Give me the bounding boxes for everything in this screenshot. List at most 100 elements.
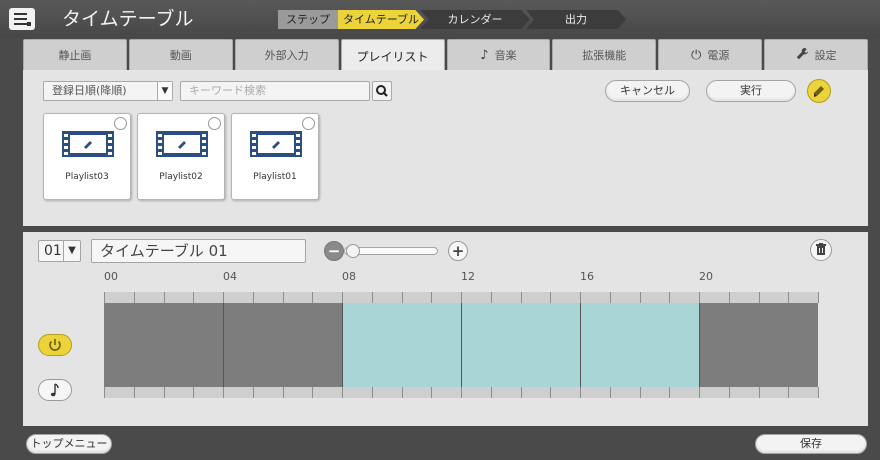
zoom-in-button[interactable]: + [448,241,468,261]
hour-tick [521,387,522,398]
hour-tick [818,387,819,398]
timetable-number-value: 01 [44,243,62,259]
hour-tick [580,387,581,398]
search-icon [376,85,388,97]
page-title: タイムテーブル [62,8,194,30]
tab-label: 電源 [707,49,730,62]
tab-label: 拡張機能 [582,49,627,62]
hour-tick [640,292,641,303]
hour-tick [550,387,551,398]
execute-button[interactable]: 実行 [706,80,796,102]
step-timetable[interactable]: タイムテーブル [338,10,424,29]
search-input[interactable]: キーワード検索 [180,81,370,101]
hour-tick [669,292,670,303]
tab-external-input[interactable]: 外部入力 [234,39,339,70]
trash-icon [816,243,826,255]
step-output[interactable]: 出力 [526,10,626,29]
power-row-button[interactable] [38,334,72,356]
hour-tick [193,387,194,398]
hour-tick [431,387,432,398]
hour-tick [461,292,462,303]
hour-tick [669,387,670,398]
timeline-track[interactable] [104,303,818,387]
hour-tick [491,387,492,398]
hour-gridline [223,303,224,387]
music-note-icon: ♪ [480,47,489,63]
hour-tick [223,292,224,303]
playlist-card[interactable]: Playlist03 [43,113,131,200]
delete-button[interactable] [810,239,832,261]
hour-label: 16 [580,270,594,283]
playlist-name: Playlist01 [253,172,297,182]
hour-tick [699,387,700,398]
film-icon [250,131,302,157]
film-icon [62,131,114,157]
hour-tick [164,292,165,303]
tab-still-image[interactable]: 静止画 [23,39,127,70]
tab-playlist[interactable]: プレイリスト [340,39,445,72]
sort-select-value: 登録日順(降順) [52,84,127,97]
top-menu-button[interactable]: トップメニュー [26,434,112,454]
hour-label: 04 [223,270,237,283]
tab-settings[interactable]: 設定 [764,39,868,70]
hour-tick [253,292,254,303]
tab-music[interactable]: ♪ 音楽 [446,39,551,70]
select-radio[interactable] [208,117,221,130]
music-note-icon [51,383,59,397]
chevron-down-icon: ▼ [157,82,172,100]
timetable-number-select[interactable]: 01 ▼ [38,240,81,262]
select-radio[interactable] [114,117,127,130]
search-button[interactable] [372,81,392,101]
hour-gridline [461,303,462,387]
hour-label: 08 [342,270,356,283]
tab-video[interactable]: 動画 [128,39,233,70]
hour-tick [104,387,105,398]
tab-bar: 静止画 動画 外部入力 プレイリスト ♪ 音楽 拡張機能 ⏻ 電源 設定 [23,39,868,72]
zoom-out-button[interactable]: − [324,241,344,261]
cancel-button[interactable]: キャンセル [605,80,690,102]
sort-select[interactable]: 登録日順(降順) ▼ [43,81,173,101]
tab-label: 動画 [169,49,192,62]
hour-tick [342,387,343,398]
step-calendar[interactable]: カレンダー [420,10,530,29]
hour-tick [372,292,373,303]
timeline-bottom-ruler [104,387,819,398]
scheduled-range[interactable] [342,303,699,387]
hour-tick [521,292,522,303]
hour-tick [610,292,611,303]
hour-tick [312,292,313,303]
hour-gridline [342,303,343,387]
zoom-slider-handle[interactable] [346,244,360,258]
chevron-down-icon: ▼ [63,241,80,261]
playlist-card[interactable]: Playlist02 [137,113,225,200]
hour-tick [431,292,432,303]
hour-tick [818,292,819,303]
tab-extensions[interactable]: 拡張機能 [552,39,657,70]
hour-tick [283,387,284,398]
hour-tick [461,387,462,398]
tab-power[interactable]: ⏻ 電源 [658,39,763,70]
wrench-icon [796,47,809,64]
save-button[interactable]: 保存 [755,434,867,454]
select-radio[interactable] [302,117,315,130]
timeline[interactable] [104,292,819,398]
hour-tick [223,387,224,398]
tab-label: 音楽 [494,49,517,62]
hour-tick [134,292,135,303]
hour-tick [580,292,581,303]
hour-label: 20 [699,270,713,283]
hour-tick [788,292,789,303]
hour-tick [402,292,403,303]
playlist-card[interactable]: Playlist01 [231,113,319,200]
timeline-top-ruler [104,292,819,303]
menu-icon[interactable] [9,8,35,30]
hour-tick [134,387,135,398]
tab-label: 設定 [814,49,837,62]
edit-button[interactable] [807,79,831,103]
hour-tick [788,387,789,398]
music-row-button[interactable] [38,379,72,401]
hour-tick [759,292,760,303]
hour-tick [729,292,730,303]
hour-tick [193,292,194,303]
timetable-name-field[interactable]: タイムテーブル 01 [91,239,306,263]
